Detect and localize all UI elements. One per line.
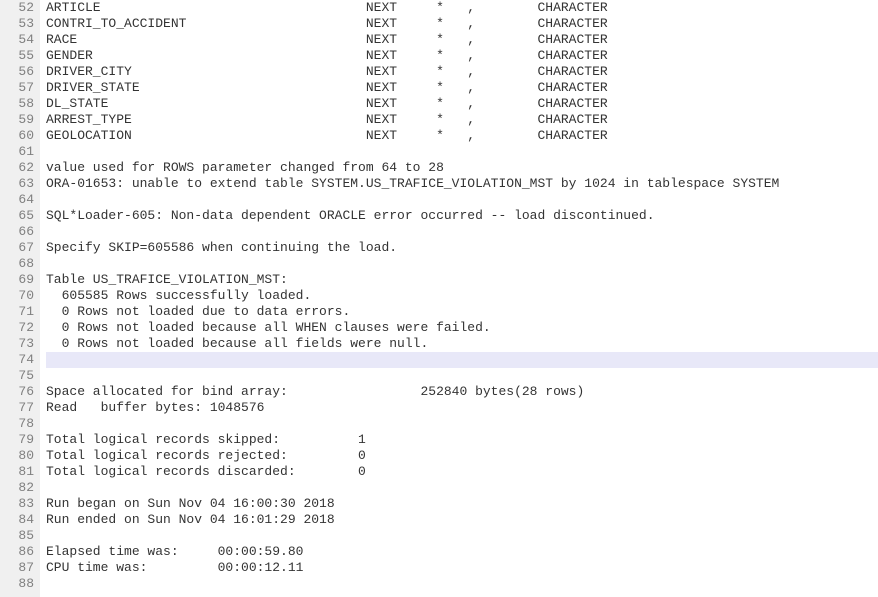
line-number: 53 (4, 16, 34, 32)
log-line (46, 528, 878, 544)
line-number: 83 (4, 496, 34, 512)
log-line: Total logical records skipped: 1 (46, 432, 878, 448)
log-line: GENDER NEXT * , CHARACTER (46, 48, 878, 64)
log-line: DRIVER_STATE NEXT * , CHARACTER (46, 80, 878, 96)
log-line: Run began on Sun Nov 04 16:00:30 2018 (46, 496, 878, 512)
log-line: 605585 Rows successfully loaded. (46, 288, 878, 304)
line-number: 74 (4, 352, 34, 368)
line-number: 80 (4, 448, 34, 464)
line-number: 66 (4, 224, 34, 240)
log-line: Total logical records discarded: 0 (46, 464, 878, 480)
log-line: Space allocated for bind array: 252840 b… (46, 384, 878, 400)
line-number: 71 (4, 304, 34, 320)
log-line (46, 352, 878, 368)
log-line: DL_STATE NEXT * , CHARACTER (46, 96, 878, 112)
log-line: ARREST_TYPE NEXT * , CHARACTER (46, 112, 878, 128)
log-line (46, 144, 878, 160)
line-number: 70 (4, 288, 34, 304)
line-number: 68 (4, 256, 34, 272)
line-number: 75 (4, 368, 34, 384)
log-line (46, 576, 878, 592)
log-line: ORA-01653: unable to extend table SYSTEM… (46, 176, 878, 192)
log-line (46, 224, 878, 240)
line-number: 58 (4, 96, 34, 112)
log-line: SQL*Loader-605: Non-data dependent ORACL… (46, 208, 878, 224)
log-line: DRIVER_CITY NEXT * , CHARACTER (46, 64, 878, 80)
log-line: 0 Rows not loaded because all fields wer… (46, 336, 878, 352)
line-number-gutter: 5253545556575859606162636465666768697071… (0, 0, 40, 597)
log-line: 0 Rows not loaded because all WHEN claus… (46, 320, 878, 336)
line-number: 77 (4, 400, 34, 416)
log-line: Table US_TRAFICE_VIOLATION_MST: (46, 272, 878, 288)
log-line: Specify SKIP=605586 when continuing the … (46, 240, 878, 256)
line-number: 61 (4, 144, 34, 160)
line-number: 62 (4, 160, 34, 176)
line-number: 57 (4, 80, 34, 96)
line-number: 73 (4, 336, 34, 352)
line-number: 56 (4, 64, 34, 80)
log-line (46, 192, 878, 208)
line-number: 64 (4, 192, 34, 208)
line-number: 67 (4, 240, 34, 256)
log-line (46, 480, 878, 496)
log-line: 0 Rows not loaded due to data errors. (46, 304, 878, 320)
log-line: GEOLOCATION NEXT * , CHARACTER (46, 128, 878, 144)
line-number: 88 (4, 576, 34, 592)
log-line: RACE NEXT * , CHARACTER (46, 32, 878, 48)
line-number: 63 (4, 176, 34, 192)
line-number: 85 (4, 528, 34, 544)
line-number: 86 (4, 544, 34, 560)
log-line: CPU time was: 00:00:12.11 (46, 560, 878, 576)
line-number: 84 (4, 512, 34, 528)
line-number: 59 (4, 112, 34, 128)
log-line (46, 368, 878, 384)
log-line: CONTRI_TO_ACCIDENT NEXT * , CHARACTER (46, 16, 878, 32)
line-number: 81 (4, 464, 34, 480)
line-number: 82 (4, 480, 34, 496)
line-number: 52 (4, 0, 34, 16)
line-number: 87 (4, 560, 34, 576)
line-number: 72 (4, 320, 34, 336)
line-number: 78 (4, 416, 34, 432)
log-line (46, 416, 878, 432)
line-number: 55 (4, 48, 34, 64)
log-line: value used for ROWS parameter changed fr… (46, 160, 878, 176)
log-line (46, 256, 878, 272)
line-number: 76 (4, 384, 34, 400)
line-number: 79 (4, 432, 34, 448)
log-line: ARTICLE NEXT * , CHARACTER (46, 0, 878, 16)
log-line: Read buffer bytes: 1048576 (46, 400, 878, 416)
line-number: 54 (4, 32, 34, 48)
log-line: Elapsed time was: 00:00:59.80 (46, 544, 878, 560)
log-content: ARTICLE NEXT * , CHARACTERCONTRI_TO_ACCI… (40, 0, 878, 597)
line-number: 65 (4, 208, 34, 224)
line-number: 60 (4, 128, 34, 144)
line-number: 69 (4, 272, 34, 288)
log-line: Total logical records rejected: 0 (46, 448, 878, 464)
log-line: Run ended on Sun Nov 04 16:01:29 2018 (46, 512, 878, 528)
